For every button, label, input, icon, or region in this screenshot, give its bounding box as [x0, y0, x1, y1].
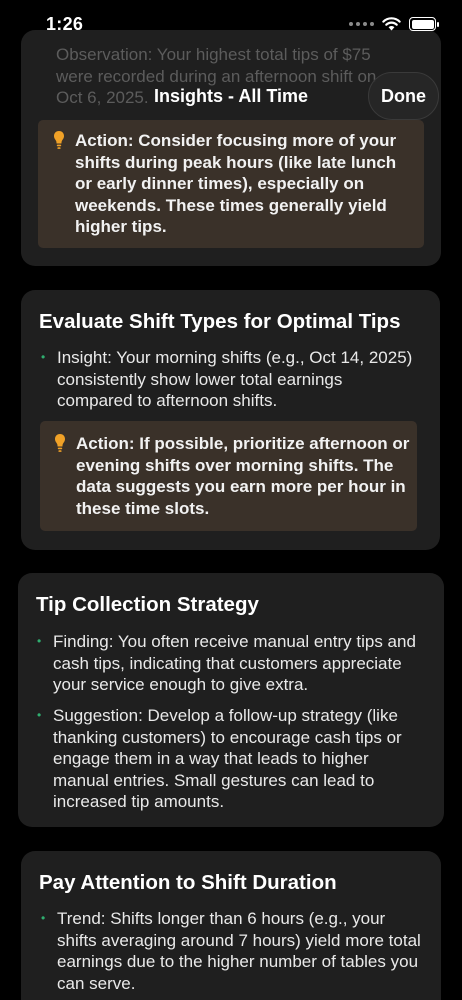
insight-bullet: Trend: Shifts longer than 6 hours (e.g.,…	[41, 908, 422, 994]
action-box: Action: If possible, prioritize afternoo…	[40, 421, 417, 531]
done-button[interactable]: Done	[368, 72, 439, 120]
status-icons	[349, 17, 439, 31]
insight-bullet: Insight: Your morning shifts (e.g., Oct …	[41, 347, 417, 412]
status-time: 1:26	[46, 14, 84, 34]
cellular-signal-icon	[349, 22, 374, 26]
card-title: Pay Attention to Shift Duration	[39, 871, 337, 894]
action-text: Action: Consider focusing more of your s…	[75, 131, 397, 236]
insight-bullet: Suggestion: Develop a follow-up strategy…	[37, 705, 428, 813]
insight-card: Pay Attention to Shift Duration Trend: S…	[21, 851, 441, 1000]
insight-card: Observation: Your highest total tips of …	[21, 30, 441, 266]
action-text: Action: If possible, prioritize afternoo…	[76, 434, 410, 518]
lightbulb-icon	[54, 131, 64, 149]
lightbulb-icon	[55, 434, 65, 452]
status-bar: 1:26	[0, 0, 462, 50]
insight-card: Tip Collection Strategy Finding: You oft…	[18, 573, 444, 827]
insight-card: Evaluate Shift Types for Optimal Tips In…	[21, 290, 440, 550]
battery-icon	[409, 17, 439, 31]
action-box: Action: Consider focusing more of your s…	[38, 120, 424, 248]
card-title: Tip Collection Strategy	[36, 593, 259, 616]
wifi-icon	[382, 17, 401, 31]
insight-bullet: Finding: You often receive manual entry …	[37, 631, 428, 696]
card-title: Evaluate Shift Types for Optimal Tips	[39, 310, 401, 333]
